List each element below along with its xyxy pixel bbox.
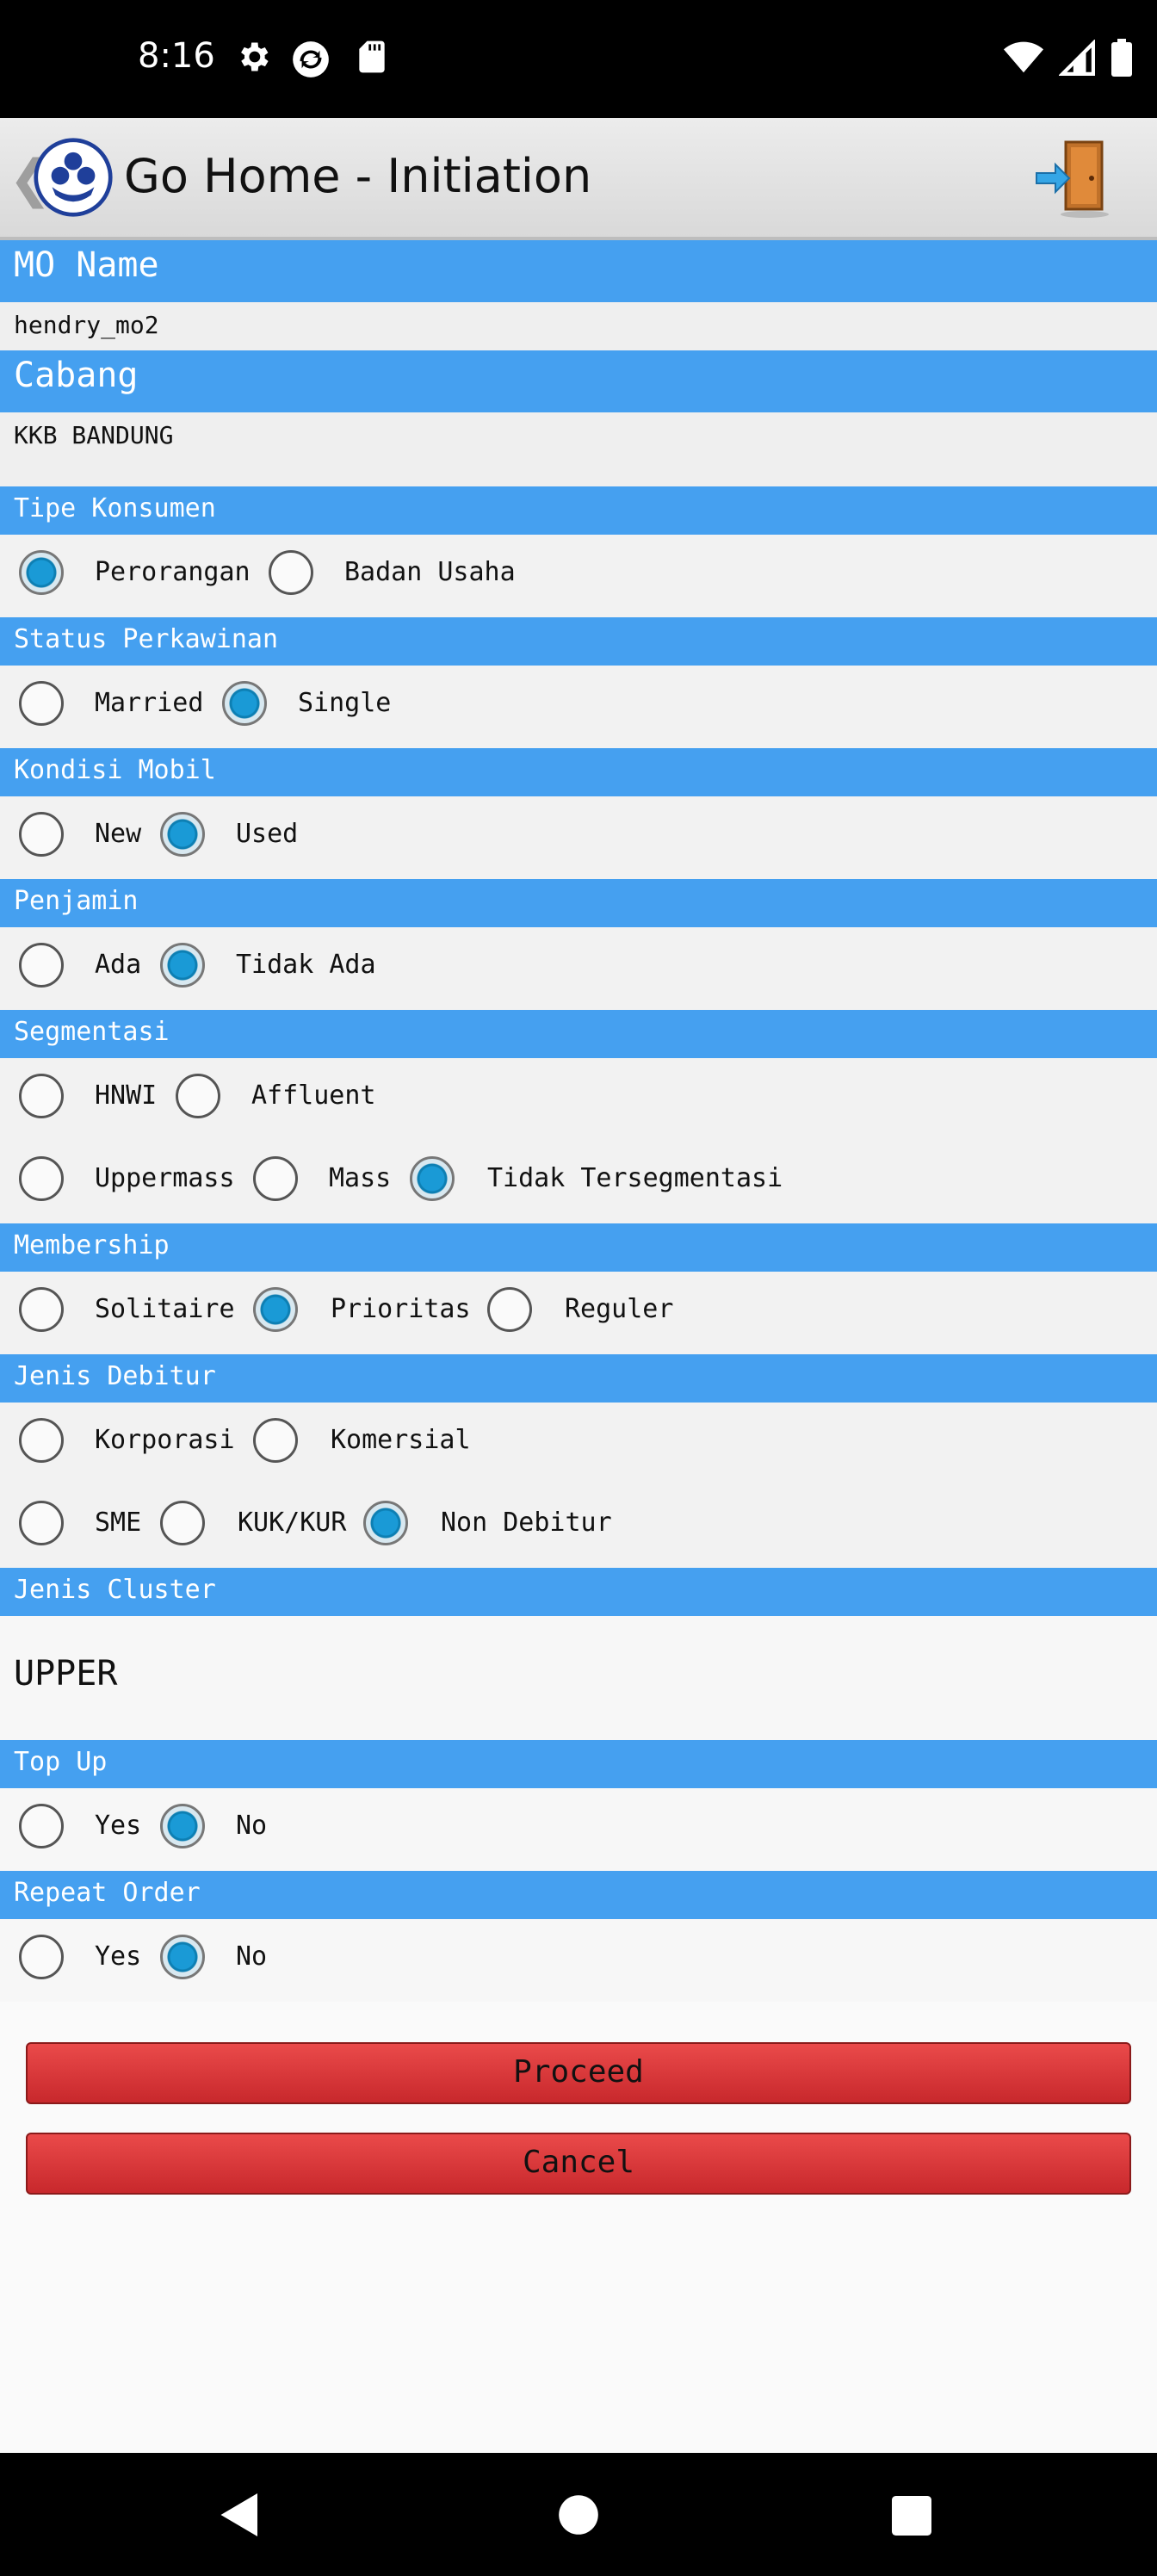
cancel-button[interactable]: Cancel <box>26 2133 1131 2195</box>
radio-label: No <box>236 1811 268 1841</box>
radio-label: Mass <box>329 1163 392 1193</box>
radio-kuk-kur[interactable] <box>160 1501 205 1545</box>
navigation-bar <box>0 2453 1157 2576</box>
radio-label: Tidak Tersegmentasi <box>487 1163 783 1193</box>
penjamin-group: Ada Tidak Ada <box>0 927 1157 1010</box>
radio-label: Ada <box>95 950 142 980</box>
top-up-group: Yes No <box>0 1788 1157 1871</box>
radio-label: Single <box>298 688 392 718</box>
page-title: Go Home - Initiation <box>124 149 592 203</box>
status-perkawinan-header: Status Perkawinan <box>0 617 1157 666</box>
radio-non-debitur[interactable] <box>363 1501 408 1545</box>
radio-hnwi[interactable] <box>19 1074 64 1118</box>
radio-label: Komersial <box>331 1425 471 1455</box>
repeat-order-header: Repeat Order <box>0 1871 1157 1919</box>
radio-perorangan[interactable] <box>19 550 64 595</box>
radio-komersial[interactable] <box>253 1418 298 1463</box>
radio-korporasi[interactable] <box>19 1418 64 1463</box>
proceed-button[interactable]: Proceed <box>26 2042 1131 2104</box>
wifi-icon <box>1004 41 1043 73</box>
radio-repeat-order-yes[interactable] <box>19 1935 64 1979</box>
sync-icon <box>293 41 329 77</box>
home-circle-icon[interactable] <box>558 2494 599 2536</box>
radio-label: Korporasi <box>95 1425 235 1455</box>
radio-label: No <box>236 1941 268 1972</box>
segmentasi-group: HNWI Affluent Uppermass Mass Tidak Terse… <box>0 1058 1157 1223</box>
radio-label: HNWI <box>95 1081 158 1111</box>
radio-ada[interactable] <box>19 943 64 988</box>
radio-label: Uppermass <box>95 1163 235 1193</box>
radio-prioritas[interactable] <box>253 1287 298 1332</box>
segmentasi-header: Segmentasi <box>0 1010 1157 1058</box>
radio-label: Yes <box>95 1811 142 1841</box>
radio-mass[interactable] <box>253 1156 298 1201</box>
radio-label: Reguler <box>565 1294 674 1324</box>
radio-label: Non Debitur <box>441 1508 612 1538</box>
tipe-konsumen-group: Perorangan Badan Usaha <box>0 535 1157 617</box>
radio-reguler[interactable] <box>487 1287 532 1332</box>
radio-badan-usaha[interactable] <box>269 550 313 595</box>
radio-top-up-yes[interactable] <box>19 1804 64 1848</box>
app-bar: ❮ Go Home - Initiation <box>0 118 1157 240</box>
cabang-header: Cabang <box>0 350 1157 412</box>
bca-logo <box>34 138 113 217</box>
radio-label: Affluent <box>251 1081 376 1111</box>
mo-name-header: MO Name <box>0 240 1157 302</box>
kondisi-mobil-header: Kondisi Mobil <box>0 748 1157 796</box>
radio-used[interactable] <box>160 812 205 857</box>
status-time: 8:16 <box>138 36 215 76</box>
penjamin-header: Penjamin <box>0 879 1157 927</box>
radio-label: Badan Usaha <box>344 557 516 587</box>
signal-icon <box>1059 40 1095 76</box>
radio-label: Used <box>236 819 299 849</box>
radio-married[interactable] <box>19 681 64 726</box>
cabang-value: KKB BANDUNG <box>0 412 1157 486</box>
jenis-debitur-group: Korporasi Komersial SME KUK/KUR Non Debi… <box>0 1403 1157 1568</box>
sd-card-icon <box>359 40 385 73</box>
recents-square-icon[interactable] <box>892 2496 931 2536</box>
jenis-cluster-header: Jenis Cluster <box>0 1568 1157 1616</box>
radio-affluent[interactable] <box>176 1074 220 1118</box>
status-bar: 8:16 <box>0 0 1157 118</box>
settings-icon <box>241 42 269 71</box>
radio-single[interactable] <box>222 681 267 726</box>
top-up-header: Top Up <box>0 1740 1157 1788</box>
radio-sme[interactable] <box>19 1501 64 1545</box>
back-triangle-icon[interactable] <box>219 2491 262 2539</box>
radio-tidak-ada[interactable] <box>160 943 205 988</box>
radio-uppermass[interactable] <box>19 1156 64 1201</box>
status-perkawinan-group: Married Single <box>0 666 1157 748</box>
radio-top-up-no[interactable] <box>160 1804 205 1848</box>
radio-label: KUK/KUR <box>238 1508 347 1538</box>
radio-label: New <box>95 819 142 849</box>
jenis-debitur-header: Jenis Debitur <box>0 1354 1157 1403</box>
tipe-konsumen-header: Tipe Konsumen <box>0 486 1157 535</box>
radio-label: Prioritas <box>331 1294 471 1324</box>
radio-solitaire[interactable] <box>19 1287 64 1332</box>
battery-icon <box>1111 39 1132 77</box>
kondisi-mobil-group: New Used <box>0 796 1157 879</box>
radio-label: SME <box>95 1508 142 1538</box>
membership-group: Solitaire Prioritas Reguler <box>0 1272 1157 1354</box>
radio-repeat-order-no[interactable] <box>160 1935 205 1979</box>
radio-label: Married <box>95 688 204 718</box>
jenis-cluster-value: UPPER <box>0 1616 1157 1740</box>
exit-door-icon[interactable] <box>1033 135 1119 221</box>
radio-tidak-tersegmentasi[interactable] <box>410 1156 455 1201</box>
radio-label: Solitaire <box>95 1294 235 1324</box>
radio-label: Perorangan <box>95 557 251 587</box>
radio-label: Yes <box>95 1941 142 1972</box>
radio-new[interactable] <box>19 812 64 857</box>
repeat-order-group: Yes No <box>0 1919 1157 2002</box>
membership-header: Membership <box>0 1223 1157 1272</box>
radio-label: Tidak Ada <box>236 950 376 980</box>
mo-name-value: hendry_mo2 <box>0 302 1157 350</box>
form-content: MO Name hendry_mo2 Cabang KKB BANDUNG Ti… <box>0 240 1157 2453</box>
